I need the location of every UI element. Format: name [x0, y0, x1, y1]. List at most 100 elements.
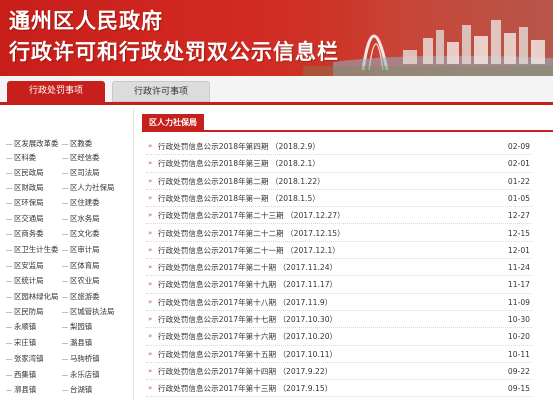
sidebar-item[interactable]: 区统计局 [6, 274, 44, 288]
list-item[interactable]: » 行政处罚信息公示2018年第四期 （2018.2.9） 02-09 [146, 138, 532, 156]
banner-title: 通州区人民政府 [9, 9, 163, 33]
sidebar-item[interactable]: 张家湾镇 [6, 352, 44, 366]
sidebar-item[interactable]: 区旅游委 [62, 290, 100, 304]
list-item[interactable]: » 行政处罚信息公示2017年第二十三期 （2017.12.27） 12-27 [146, 207, 532, 225]
item-title[interactable]: 行政处罚信息公示2017年第二十三期 （2017.12.27） [158, 207, 345, 224]
double-chevron-right-icon: » [148, 142, 153, 150]
item-date: 10-11 [507, 349, 530, 359]
list-item[interactable]: » 行政处罚信息公示2017年第十五期 （2017.10.11） 10-11 [146, 346, 532, 363]
city-skyline-image [303, 0, 553, 76]
list-item[interactable]: » 行政处罚信息公示2018年第一期 （2018.1.5） 01-05 [146, 190, 532, 208]
sidebar-item[interactable]: 宋庄镇 [6, 336, 36, 350]
sidebar-item[interactable]: 区发展改革委 [6, 137, 58, 151]
item-title[interactable]: 行政处罚信息公示2017年第十七期 （2017.10.30） [158, 311, 337, 328]
sidebar-item[interactable]: 区城管执法局 [62, 305, 114, 319]
sidebar-item[interactable]: 区民防局 [6, 305, 44, 319]
sidebar-item[interactable]: 西集镇 [6, 368, 36, 382]
double-chevron-right-icon: » [148, 315, 153, 323]
item-title[interactable]: 行政处罚信息公示2017年第十三期 （2017.9.15） [158, 380, 332, 397]
double-chevron-right-icon: » [148, 263, 153, 272]
sidebar-item[interactable]: 区安监局 [6, 259, 44, 273]
announcement-panel: 区人力社保局 » 行政处罚信息公示2018年第四期 （2018.2.9） 02-… [140, 108, 553, 400]
list-item[interactable]: » 行政处罚信息公示2017年第十三期 （2017.9.15） 09-15 [146, 380, 532, 398]
double-chevron-right-icon: » [148, 193, 153, 202]
sidebar-item[interactable]: 区人力社保局 [62, 181, 114, 195]
item-title[interactable]: 行政处罚信息公示2017年第二十一期 （2017.12.1） [158, 242, 340, 259]
list-item[interactable]: » 行政处罚信息公示2017年第十八期 （2017.11.9） 11-09 [146, 294, 532, 311]
double-chevron-right-icon: » [148, 245, 153, 254]
item-date: 12-15 [507, 228, 530, 238]
item-date: 09-15 [507, 384, 530, 394]
sidebar-item[interactable]: 台湖镇 [62, 383, 92, 397]
sidebar-item[interactable]: 区教委 [62, 137, 92, 151]
item-title[interactable]: 行政处罚信息公示2018年第二期 （2018.1.22） [158, 173, 325, 190]
item-date: 10-20 [507, 332, 530, 342]
list-item[interactable]: » 行政处罚信息公示2017年第十九期 （2017.11.17） 11-17 [146, 276, 532, 294]
tab-administrative-license[interactable]: 行政许可事项 [112, 81, 210, 102]
list-item[interactable]: » 行政处罚信息公示2018年第三期 （2018.2.1） 02-01 [146, 155, 532, 173]
list-item[interactable]: » 行政处罚信息公示2018年第二期 （2018.1.22） 01-22 [146, 173, 532, 190]
double-chevron-right-icon: » [148, 176, 153, 185]
item-title[interactable]: 行政处罚信息公示2018年第一期 （2018.1.5） [158, 190, 320, 207]
item-date: 09-22 [507, 366, 530, 376]
item-title[interactable]: 行政处罚信息公示2018年第四期 （2018.2.9） [158, 138, 320, 155]
list-item[interactable]: » 行政处罚信息公示2017年第二十一期 （2017.12.1） 12-01 [146, 242, 532, 260]
sidebar-item[interactable]: 区水务局 [62, 212, 100, 226]
sidebar-item[interactable]: 区交通局 [6, 212, 44, 226]
sidebar-item[interactable]: 区财政局 [6, 181, 44, 195]
tab-administrative-penalty[interactable]: 行政处罚事项 [7, 81, 105, 102]
sidebar-item[interactable]: 梨园镇 [62, 320, 92, 334]
item-title[interactable]: 行政处罚信息公示2017年第十四期 （2017.9.22） [158, 363, 332, 380]
sidebar-item[interactable]: 永顺镇 [6, 320, 36, 334]
double-chevron-right-icon: » [148, 349, 153, 358]
sidebar-item[interactable]: 区园林绿化局 [6, 290, 58, 304]
sidebar-item[interactable]: 区文化委 [62, 227, 100, 241]
list-item[interactable]: » 行政处罚信息公示2017年第二十期 （2017.11.24） 11-24 [146, 259, 532, 277]
list-item[interactable]: » 行政处罚信息公示2017年第十七期 （2017.10.30） 10-30 [146, 311, 532, 329]
item-date: 11-24 [507, 263, 530, 273]
sidebar-item[interactable]: 区司法局 [62, 166, 100, 180]
banner-subtitle: 行政许可和行政处罚双公示信息栏 [9, 40, 339, 64]
item-title[interactable]: 行政处罚信息公示2017年第二十期 （2017.11.24） [158, 259, 337, 276]
sidebar-item[interactable]: 永乐店镇 [62, 368, 100, 382]
double-chevron-right-icon: » [148, 384, 153, 393]
sidebar-item[interactable]: 漷县镇 [6, 383, 36, 397]
sidebar-item[interactable]: 区体育局 [62, 259, 100, 273]
sidebar-item[interactable]: 区农业局 [62, 274, 100, 288]
list-item[interactable]: » 行政处罚信息公示2017年第十四期 （2017.9.22） 09-22 [146, 363, 532, 381]
section-label: 区人力社保局 [142, 114, 204, 132]
item-date: 01-05 [507, 193, 530, 203]
item-title[interactable]: 行政处罚信息公示2017年第十六期 （2017.10.20） [158, 328, 337, 345]
sidebar-item[interactable]: 区审计局 [62, 243, 100, 257]
double-chevron-right-icon: » [148, 159, 153, 168]
item-title[interactable]: 行政处罚信息公示2017年第二十二期 （2017.12.15） [158, 225, 345, 242]
item-title[interactable]: 行政处罚信息公示2017年第十五期 （2017.10.11） [158, 346, 337, 363]
list-item[interactable]: » 行政处罚信息公示2017年第二十二期 （2017.12.15） 12-15 [146, 225, 532, 242]
item-date: 11-17 [507, 280, 530, 290]
item-title[interactable]: 行政处罚信息公示2018年第三期 （2018.2.1） [158, 155, 320, 172]
sidebar-item[interactable]: 马驹桥镇 [62, 352, 100, 366]
sidebar-item[interactable]: 区商务委 [6, 227, 44, 241]
sidebar-item[interactable]: 区科委 [6, 151, 36, 165]
sidebar-item[interactable]: 区住建委 [62, 196, 100, 210]
double-chevron-right-icon: » [148, 228, 153, 237]
sidebar-item[interactable]: 区卫生计生委 [6, 243, 58, 257]
double-chevron-right-icon: » [148, 332, 153, 341]
sidebar-item[interactable]: 区经信委 [62, 151, 100, 165]
list-item[interactable]: » 行政处罚信息公示2017年第十六期 （2017.10.20） 10-20 [146, 328, 532, 346]
double-chevron-right-icon: » [148, 297, 153, 306]
sidebar-item[interactable]: 潞县镇 [62, 336, 92, 350]
item-date: 10-30 [507, 315, 530, 324]
item-title[interactable]: 行政处罚信息公示2017年第十九期 （2017.11.17） [158, 276, 337, 293]
item-date: 01-22 [507, 176, 530, 186]
item-date: 12-27 [507, 211, 530, 221]
double-chevron-right-icon: » [148, 211, 153, 220]
double-chevron-right-icon: » [148, 280, 153, 289]
item-date: 11-09 [507, 297, 530, 307]
header-banner: 通州区人民政府 行政许可和行政处罚双公示信息栏 [0, 0, 553, 76]
sidebar-item[interactable]: 区民政局 [6, 166, 44, 180]
item-title[interactable]: 行政处罚信息公示2017年第十八期 （2017.11.9） [158, 294, 332, 311]
item-date: 02-01 [507, 159, 530, 169]
sidebar-item[interactable]: 区环保局 [6, 196, 44, 210]
item-date: 02-09 [507, 142, 530, 151]
